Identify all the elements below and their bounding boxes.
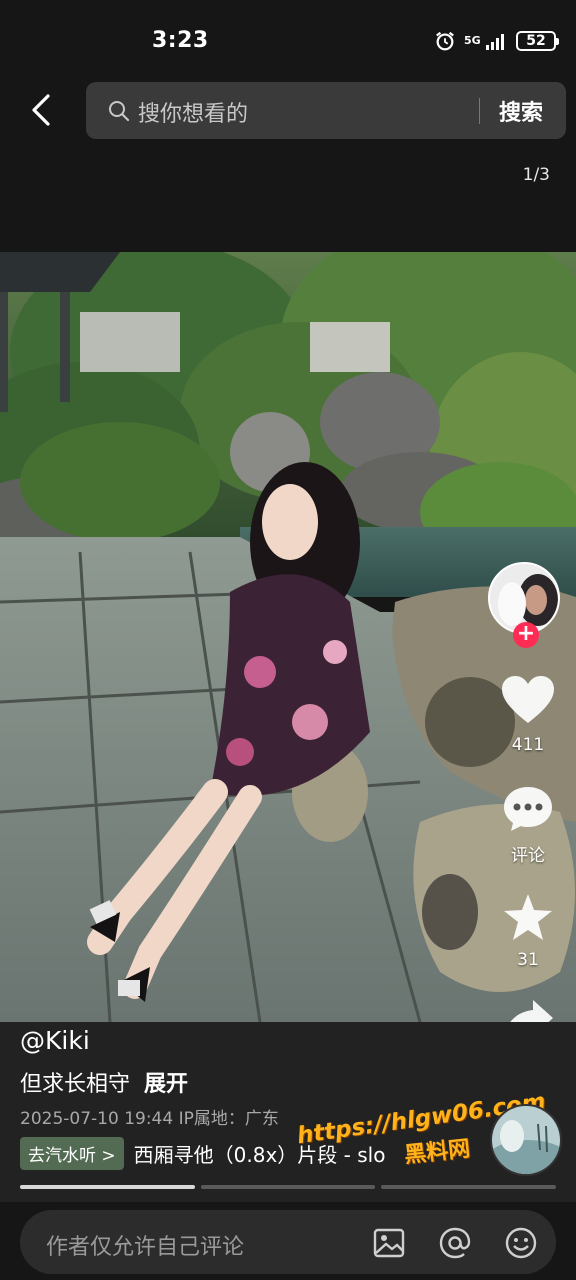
star-icon <box>504 894 552 940</box>
network-label: 5G <box>464 34 481 47</box>
image-icon[interactable] <box>372 1226 406 1260</box>
music-title[interactable]: 西厢寻他（0.8x）片段 - slo <box>134 1139 386 1168</box>
favorite-count: 31 <box>517 950 539 970</box>
comment-label: 评论 <box>511 846 545 866</box>
listen-chip[interactable]: 去汽水听 > <box>20 1136 124 1170</box>
music-disc[interactable] <box>490 1104 562 1176</box>
search-placeholder: 搜你想看的 <box>138 102 249 127</box>
search-icon <box>109 101 130 122</box>
expand-button[interactable]: 展开 <box>144 1072 188 1097</box>
back-button[interactable] <box>22 90 62 130</box>
page-indicator: 1/3 <box>522 165 550 185</box>
heart-icon <box>502 676 554 723</box>
status-time: 3:23 <box>152 28 209 53</box>
comment-button[interactable]: 评论 <box>500 785 556 866</box>
signal-icon <box>486 34 504 50</box>
comment-input[interactable]: 作者仅允许自己评论 <box>20 1210 556 1274</box>
progress-segment-2 <box>200 1185 376 1189</box>
top-nav: 搜你想看的 搜索 1/3 <box>0 72 576 252</box>
follow-plus-button[interactable]: + <box>513 622 539 648</box>
post-info: @Kiki 但求长相守 展开 2025-07-10 19:44 IP属地：广东 去… <box>0 1022 576 1202</box>
emoji-icon[interactable] <box>504 1226 538 1260</box>
author-name[interactable]: @Kiki <box>20 1026 90 1055</box>
favorite-button[interactable]: 31 <box>500 892 556 970</box>
post-caption: 但求长相守 展开 <box>20 1066 188 1098</box>
comment-placeholder: 作者仅允许自己评论 <box>46 1235 245 1260</box>
like-count: 411 <box>511 735 545 755</box>
comment-bar: 作者仅允许自己评论 <box>0 1202 576 1280</box>
progress-segment-3 <box>381 1185 557 1189</box>
comment-icon <box>504 787 552 831</box>
status-bar: 3:23 5G 52 <box>0 0 576 72</box>
search-button[interactable]: 搜索 <box>499 95 543 127</box>
post-meta: 2025-07-10 19:44 IP属地：广东 <box>20 1109 279 1129</box>
like-button[interactable]: 411 <box>500 675 556 755</box>
search-input[interactable]: 搜你想看的 搜索 <box>86 82 566 139</box>
author-avatar[interactable]: + <box>488 562 566 648</box>
image-progress <box>20 1185 557 1189</box>
progress-segment-1 <box>20 1185 195 1189</box>
battery-indicator: 52 <box>516 31 559 51</box>
status-icons: 5G 52 <box>434 30 559 52</box>
mention-icon[interactable] <box>438 1226 472 1260</box>
alarm-icon <box>436 31 454 51</box>
watermark-name: 黑料网 <box>403 1136 472 1169</box>
caption-text: 但求长相守 <box>20 1072 131 1097</box>
search-divider <box>479 98 480 124</box>
